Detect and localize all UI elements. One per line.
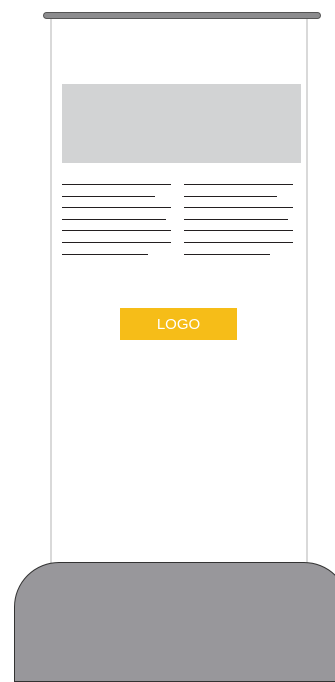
text-column-right [184, 184, 294, 265]
text-line [62, 218, 166, 220]
text-line [62, 253, 148, 255]
text-column-left [62, 184, 172, 265]
banner-left-edge [50, 19, 52, 574]
text-line [184, 230, 293, 232]
text-line [184, 207, 293, 209]
text-line [184, 218, 288, 220]
text-line [62, 207, 171, 209]
text-line [184, 241, 293, 243]
banner-top-bar [43, 12, 321, 19]
banner-right-edge [306, 19, 308, 574]
text-line [62, 241, 171, 243]
banner-base [14, 562, 335, 682]
text-line [62, 230, 171, 232]
header-image-placeholder [62, 84, 301, 163]
text-line [184, 253, 270, 255]
text-line [62, 195, 155, 197]
text-line [184, 184, 293, 185]
logo-badge: LOGO [120, 308, 237, 340]
text-line [184, 195, 277, 197]
logo-label: LOGO [156, 315, 201, 333]
text-line [62, 184, 171, 185]
